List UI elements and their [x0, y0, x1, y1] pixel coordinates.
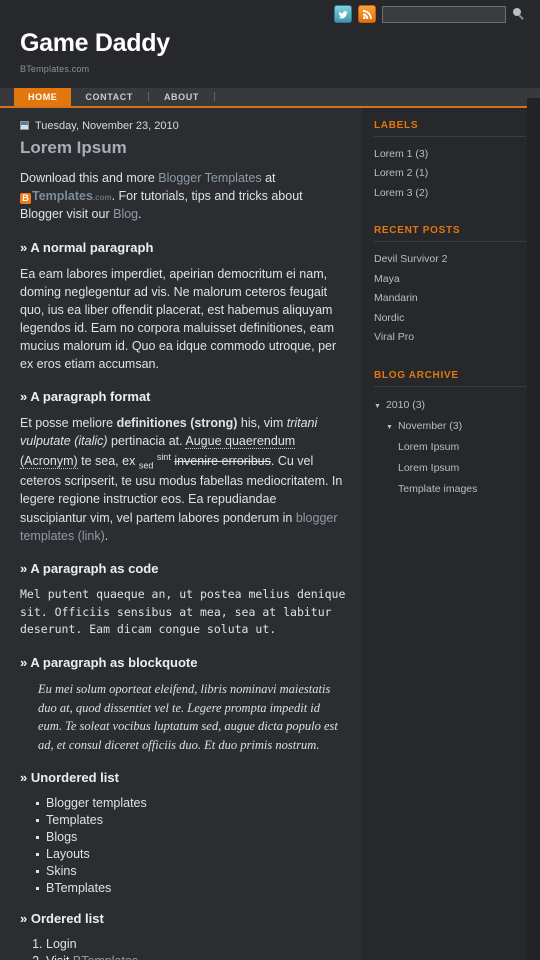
normal-paragraph-text: Ea eam labores imperdiet, apeirian democ…: [20, 266, 337, 372]
site-header: Game Daddy BTemplates.com: [0, 28, 540, 74]
sidebar-item-recent-post[interactable]: Nordic: [374, 309, 526, 329]
sidebar-item-label[interactable]: Lorem 3 (2): [374, 184, 526, 204]
top-utility-bar: [0, 0, 540, 28]
search-submit-button[interactable]: [513, 7, 526, 21]
unordered-list: Blogger templates Templates Blogs Layout…: [20, 795, 346, 897]
page-root: Game Daddy BTemplates.com HOME CONTACT A…: [0, 0, 540, 960]
list-item: Templates: [36, 812, 346, 829]
list-item: Blogger templates: [36, 795, 346, 812]
list-item: Login: [46, 936, 346, 953]
archive-year-row: ▼ 2010 (3): [374, 395, 526, 416]
main-navigation: HOME CONTACT ABOUT: [0, 87, 540, 108]
archive-month-link[interactable]: November (3): [398, 420, 462, 432]
magnifier-handle-icon: [518, 13, 524, 20]
intro-tail: .: [138, 207, 142, 222]
fmt-strong: definitiones (strong): [116, 416, 238, 431]
main-content: Tuesday, November 23, 2010 Lorem Ipsum D…: [0, 107, 362, 960]
sidebar-item-recent-post[interactable]: Devil Survivor 2: [374, 250, 526, 270]
rss-icon[interactable]: [358, 5, 376, 23]
archive-post-row: Lorem Ipsum: [374, 458, 526, 479]
archive-post-link[interactable]: Lorem Ipsum: [398, 441, 459, 453]
archive-post-row: Template images: [374, 479, 526, 500]
fmt-t3: pertinacia at.: [107, 434, 186, 449]
list-item-text: Visit: [46, 954, 73, 960]
archive-post-row: Lorem Ipsum: [374, 437, 526, 458]
widget-labels: LABELS Lorem 1 (3) Lorem 2 (1) Lorem 3 (…: [374, 120, 526, 204]
fmt-t4: te sea, ex: [77, 453, 139, 468]
fmt-t2: his, vim: [237, 416, 287, 431]
list-item: Layouts: [36, 846, 346, 863]
widget-recent-posts: RECENT POSTS Devil Survivor 2 Maya Manda…: [374, 225, 526, 348]
format-paragraph-text: Et posse meliore definitiones (strong) h…: [20, 414, 346, 544]
heading-ordered-list: » Ordered list: [20, 911, 104, 927]
post-title[interactable]: Lorem Ipsum: [20, 138, 346, 158]
btemplates-tld: .com: [92, 193, 112, 203]
nav-item-about[interactable]: ABOUT: [150, 88, 213, 106]
heading-paragraph-blockquote: » A paragraph as blockquote: [20, 655, 198, 671]
twitter-icon[interactable]: [334, 5, 352, 23]
fmt-superscript: sint: [156, 451, 171, 462]
heading-unordered-list: » Unordered list: [20, 770, 119, 786]
btemplates-list-link[interactable]: BTemplates: [73, 954, 138, 960]
post-intro-paragraph: Download this and more Blogger Templates…: [20, 169, 346, 223]
site-title[interactable]: Game Daddy: [20, 29, 540, 58]
btemplates-logo-link[interactable]: B Templates .com: [20, 187, 112, 205]
ordered-list: Login Visit BTemplates Download template…: [20, 936, 346, 960]
list-item: BTemplates: [36, 880, 346, 897]
calendar-icon: [20, 121, 29, 130]
sidebar: LABELS Lorem 1 (3) Lorem 2 (1) Lorem 3 (…: [362, 107, 540, 542]
sidebar-item-label[interactable]: Lorem 1 (3): [374, 145, 526, 165]
search-area: [382, 5, 526, 23]
fmt-t8: .: [104, 528, 109, 543]
widget-title-labels: LABELS: [374, 120, 526, 137]
heading-paragraph-format: » A paragraph format: [20, 389, 151, 405]
sidebar-item-recent-post[interactable]: Mandarin: [374, 289, 526, 309]
sidebar-item-recent-post[interactable]: Maya: [374, 270, 526, 290]
list-item: Visit BTemplates: [46, 953, 346, 960]
nav-separator: [147, 92, 149, 101]
blogger-templates-link[interactable]: Blogger Templates: [158, 171, 261, 185]
intro-lead: Download this and more: [20, 171, 159, 186]
widget-title-recent-posts: RECENT POSTS: [374, 225, 526, 242]
heading-normal-paragraph: » A normal paragraph: [20, 239, 154, 255]
intro-mid1: at: [261, 171, 276, 186]
blog-link[interactable]: Blog: [113, 207, 138, 221]
page-right-edge: [527, 98, 540, 960]
nav-item-home[interactable]: HOME: [14, 87, 72, 106]
list-item: Skins: [36, 863, 346, 880]
chevron-down-icon[interactable]: ▼: [386, 424, 393, 431]
btemplates-b-icon: B: [20, 193, 31, 205]
heading-paragraph-code: » A paragraph as code: [20, 560, 159, 576]
blockquote-block: Eu mei solum oporteat eleifend, libris n…: [38, 682, 338, 752]
widget-blog-archive: BLOG ARCHIVE ▼ 2010 (3) ▼ November (3) L…: [374, 370, 526, 500]
post-date-text: Tuesday, November 23, 2010: [35, 119, 179, 132]
fmt-t1: Et posse meliore: [20, 416, 117, 431]
chevron-down-icon[interactable]: ▼: [374, 403, 381, 410]
sidebar-item-recent-post[interactable]: Viral Pro: [374, 328, 526, 348]
archive-post-link[interactable]: Lorem Ipsum: [398, 462, 459, 474]
widget-title-blog-archive: BLOG ARCHIVE: [374, 370, 526, 387]
site-subtitle: BTemplates.com: [20, 63, 90, 74]
btemplates-name: Templates: [32, 189, 93, 204]
post-date: Tuesday, November 23, 2010: [20, 120, 346, 132]
body-columns: Tuesday, November 23, 2010 Lorem Ipsum D…: [0, 107, 540, 960]
fmt-subscript: sed: [138, 460, 154, 471]
archive-year-link[interactable]: 2010 (3): [386, 399, 425, 411]
code-block: Mel putent quaeque an, ut postea melius …: [20, 586, 353, 637]
sidebar-item-label[interactable]: Lorem 2 (1): [374, 164, 526, 184]
archive-post-link[interactable]: Template images: [398, 483, 477, 495]
archive-month-row: ▼ November (3): [374, 416, 526, 437]
list-item: Blogs: [36, 829, 346, 846]
search-input[interactable]: [382, 5, 506, 23]
nav-item-contact[interactable]: CONTACT: [71, 88, 147, 106]
fmt-strikethrough: invenire erroribus: [174, 453, 271, 468]
nav-separator: [213, 92, 215, 101]
